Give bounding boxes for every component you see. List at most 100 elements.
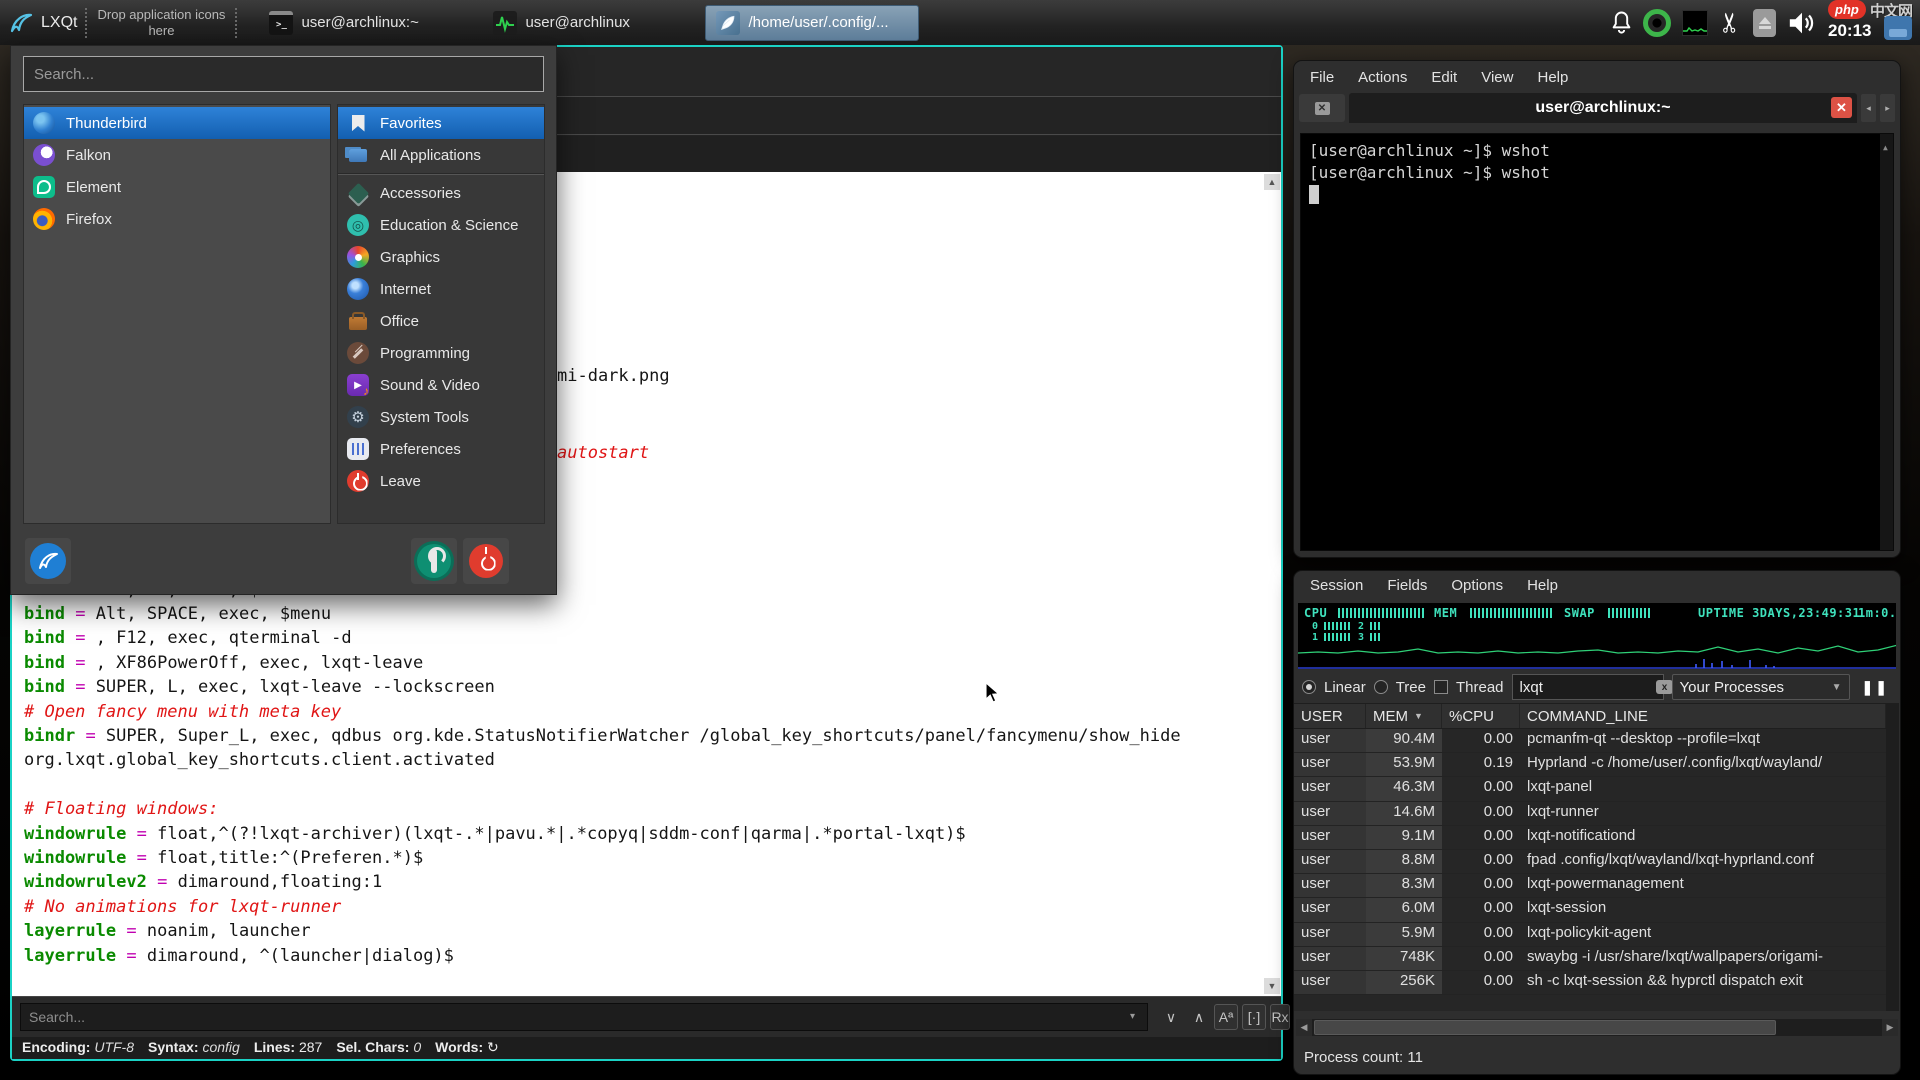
- process-row[interactable]: user6.0M0.00lxqt-session: [1294, 898, 1886, 922]
- category-preferences[interactable]: Preferences: [338, 433, 544, 465]
- menu-options[interactable]: Options: [1451, 577, 1503, 594]
- pause-button[interactable]: ❚❚: [1862, 679, 1889, 696]
- code-space: [126, 824, 136, 844]
- tray-blue-icon[interactable]: [1884, 16, 1912, 40]
- category-label: Education & Science: [380, 217, 518, 234]
- scroll-left-arrow[interactable]: ◀: [1296, 1019, 1312, 1036]
- menu-item-firefox[interactable]: Firefox: [24, 203, 330, 235]
- qps-vertical-scrollbar[interactable]: [1886, 703, 1899, 1011]
- app-menu-popup: ThunderbirdFalkonElementFirefox Favorite…: [10, 45, 557, 595]
- process-row[interactable]: user53.9M0.19Hyprland -c /home/user/.con…: [1294, 753, 1886, 777]
- category-leave[interactable]: Leave: [338, 465, 544, 497]
- match-case-button[interactable]: Aª: [1214, 1004, 1238, 1030]
- scroll-up-arrow[interactable]: ▲: [1264, 174, 1280, 190]
- tab-close-button[interactable]: ✕: [1831, 97, 1852, 118]
- lxqt-menu-button[interactable]: LXQt: [8, 10, 77, 36]
- category-system-tools[interactable]: ⚙System Tools: [338, 401, 544, 433]
- qps-horizontal-scrollbar[interactable]: ◀ ▶: [1296, 1019, 1898, 1036]
- menu-actions[interactable]: Actions: [1358, 69, 1407, 86]
- scroll-right-arrow[interactable]: ▶: [1882, 1019, 1898, 1036]
- category-all-applications[interactable]: All Applications: [338, 139, 544, 171]
- process-row[interactable]: user8.8M0.00fpad .config/lxqt/wayland/lx…: [1294, 850, 1886, 874]
- tab-next-button[interactable]: ▸: [1880, 94, 1895, 122]
- php-watermark-badge: php: [1828, 0, 1866, 19]
- lxqt-settings-button[interactable]: [411, 538, 457, 584]
- code-equals: =: [126, 946, 136, 966]
- word-count-refresh-icon[interactable]: ↻: [487, 1039, 499, 1055]
- column-header-cpu[interactable]: %CPU: [1442, 704, 1520, 728]
- quicklaunch-dropzone[interactable]: Drop application icons here: [95, 7, 227, 38]
- linear-radio[interactable]: [1302, 680, 1316, 694]
- volume-icon[interactable]: [1787, 9, 1817, 37]
- category-office[interactable]: Office: [338, 305, 544, 337]
- system-tray: ✂ php 中文网 20:13: [1611, 0, 1914, 45]
- code-key: bind: [24, 628, 65, 648]
- process-row[interactable]: user256K0.00sh -c lxqt-session && hyprct…: [1294, 971, 1886, 995]
- process-scope-select[interactable]: Your Processes ▼: [1672, 674, 1850, 700]
- process-row[interactable]: user748K0.00swaybg -i /usr/share/lxqt/wa…: [1294, 947, 1886, 971]
- scrollbar-thumb[interactable]: [1314, 1020, 1776, 1035]
- process-row[interactable]: user8.3M0.00lxqt-powermanagement: [1294, 874, 1886, 898]
- scroll-up-arrow[interactable]: ▲: [1883, 137, 1888, 159]
- terminal-content[interactable]: [user@archlinux ~]$ wshot[user@archlinux…: [1300, 133, 1894, 551]
- removable-media-icon[interactable]: [1753, 9, 1776, 37]
- process-row[interactable]: user46.3M0.00lxqt-panel: [1294, 777, 1886, 801]
- process-table-header: USERMEM▼%CPUCOMMAND_LINE: [1294, 703, 1886, 729]
- process-row[interactable]: user14.6M0.00lxqt-runner: [1294, 802, 1886, 826]
- menu-session[interactable]: Session: [1310, 577, 1363, 594]
- menu-fields[interactable]: Fields: [1387, 577, 1427, 594]
- category-sound-video[interactable]: Sound & Video: [338, 369, 544, 401]
- menu-item-falkon[interactable]: Falkon: [24, 139, 330, 171]
- process-row[interactable]: user90.4M0.00pcmanfm-qt --desktop --prof…: [1294, 729, 1886, 753]
- category-favorites[interactable]: Favorites: [338, 107, 544, 139]
- code-line: bind = Alt, SPACE, exec, $menu: [24, 602, 1181, 626]
- editor-vertical-scrollbar[interactable]: ▲ ▼: [1263, 172, 1281, 996]
- lcd-uptime: UPTIME 3DAYS,23:49:31: [1698, 606, 1860, 620]
- task-button-home-user-config[interactable]: /home/user/.config/...: [705, 5, 919, 41]
- clipboard-scissors-icon[interactable]: ✂: [1717, 11, 1744, 34]
- editor-search-input[interactable]: [20, 1003, 1148, 1031]
- scroll-down-arrow[interactable]: ▼: [1264, 978, 1280, 994]
- editor-status-bar: Encoding: UTF-8 Syntax: config Lines: 28…: [12, 1037, 1281, 1059]
- menu-edit[interactable]: Edit: [1431, 69, 1457, 86]
- regex-button[interactable]: Rx: [1270, 1004, 1290, 1030]
- whole-word-button[interactable]: [·]: [1242, 1004, 1266, 1030]
- category-graphics[interactable]: Graphics: [338, 241, 544, 273]
- terminal-scrollbar[interactable]: ▲: [1880, 134, 1893, 550]
- menu-search-input[interactable]: [23, 56, 544, 92]
- network-graph-icon[interactable]: [1682, 10, 1708, 36]
- menu-item-element[interactable]: Element: [24, 171, 330, 203]
- thread-checkbox[interactable]: [1434, 680, 1448, 694]
- process-row[interactable]: user5.9M0.00lxqt-policykit-agent: [1294, 923, 1886, 947]
- column-header-mem[interactable]: MEM▼: [1366, 704, 1442, 728]
- tree-radio[interactable]: [1374, 680, 1388, 694]
- tab-list-button[interactable]: ✕: [1299, 94, 1345, 122]
- notifications-bell-icon[interactable]: [1611, 10, 1632, 36]
- tab-prev-button[interactable]: ◂: [1861, 94, 1876, 122]
- find-next-button[interactable]: ∨: [1160, 1004, 1182, 1030]
- column-header-user[interactable]: USER: [1294, 704, 1366, 728]
- menu-file[interactable]: File: [1310, 69, 1334, 86]
- category-accessories[interactable]: Accessories: [338, 177, 544, 209]
- terminal-tab[interactable]: user@archlinux:~ ✕: [1349, 93, 1857, 123]
- menu-view[interactable]: View: [1481, 69, 1513, 86]
- task-button-user-archlinux[interactable]: user@archlinux: [483, 5, 649, 41]
- process-row[interactable]: user9.1M0.00lxqt-notificationd: [1294, 826, 1886, 850]
- category-education-science[interactable]: ◎Education & Science: [338, 209, 544, 241]
- menu-item-thunderbird[interactable]: Thunderbird: [24, 107, 330, 139]
- menu-leave-button[interactable]: [463, 538, 509, 584]
- column-header-command-line[interactable]: COMMAND_LINE: [1520, 704, 1886, 728]
- code-line: [24, 773, 1181, 797]
- panel-clock[interactable]: 20:13: [1828, 21, 1871, 41]
- category-programming[interactable]: Programming: [338, 337, 544, 369]
- cpu-monitor-icon[interactable]: [1643, 9, 1671, 37]
- task-button-user-archlinux[interactable]: >_user@archlinux:~: [259, 5, 435, 41]
- filter-clear-icon[interactable]: x: [1656, 680, 1673, 694]
- about-lxqt-button[interactable]: [25, 538, 71, 584]
- menu-help[interactable]: Help: [1527, 577, 1558, 594]
- process-filter-input[interactable]: [1512, 674, 1664, 700]
- category-internet[interactable]: Internet: [338, 273, 544, 305]
- search-history-dropdown-icon[interactable]: ▾: [1130, 1011, 1135, 1022]
- menu-help[interactable]: Help: [1537, 69, 1568, 86]
- find-prev-button[interactable]: ∧: [1188, 1004, 1210, 1030]
